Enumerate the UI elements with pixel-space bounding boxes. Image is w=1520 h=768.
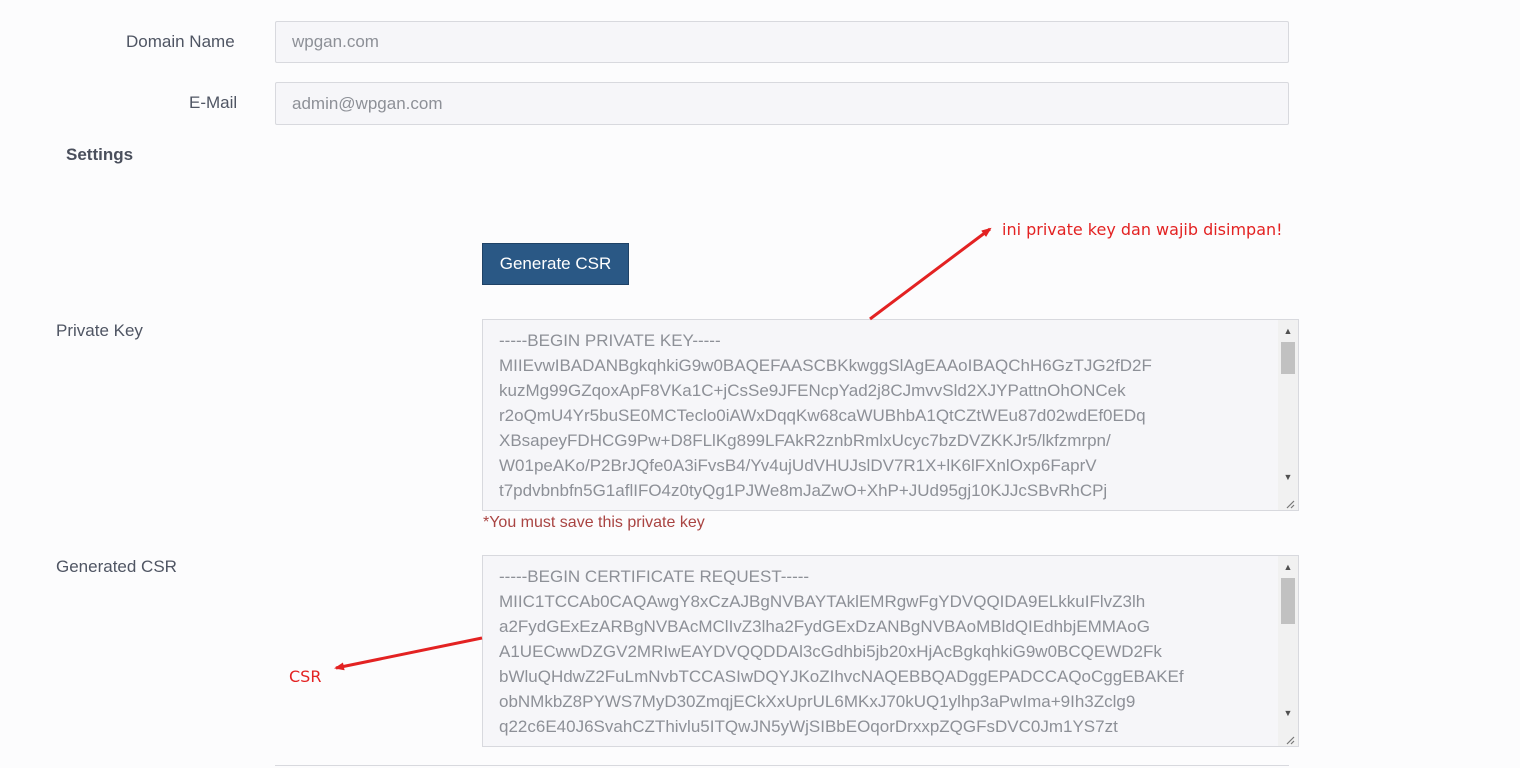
csr-text: -----BEGIN CERTIFICATE REQUEST----- MIIC1… (499, 564, 1270, 739)
scroll-down-arrow-icon[interactable]: ▼ (1278, 468, 1298, 486)
private-key-annotation: ini private key dan wajib disimpan! (1002, 220, 1283, 239)
csr-line: obNMkbZ8PYWS7MyD30ZmqjECkXxUprUL6MKxJ70k… (499, 692, 1136, 711)
private-key-line: kuzMg99GZqoxApF8VKa1C+jCsSe9JFENcpYad2j8… (499, 381, 1126, 400)
private-key-textarea[interactable]: -----BEGIN PRIVATE KEY----- MIIEvwIBADANB… (482, 319, 1299, 511)
generate-csr-button[interactable]: Generate CSR (482, 243, 629, 285)
private-key-warning: *You must save this private key (483, 514, 705, 531)
private-key-label: Private Key (56, 321, 143, 340)
csr-line: bWluQHdwZ2FuLmNvbTCCASIwDQYJKoZIhvcNAQEB… (499, 667, 1184, 686)
generated-csr-label: Generated CSR (56, 557, 177, 576)
csr-annotation: CSR (289, 667, 322, 686)
domain-name-label: Domain Name (126, 32, 235, 51)
csr-line: a2FydGExEzARBgNVBAcMClIvZ3lha2FydGExDzAN… (499, 617, 1150, 636)
private-key-arrow-icon (869, 227, 992, 321)
private-key-text: -----BEGIN PRIVATE KEY----- MIIEvwIBADANB… (499, 328, 1270, 503)
email-label: E-Mail (189, 93, 238, 112)
csr-arrow-icon (334, 636, 483, 671)
scroll-up-arrow-icon[interactable]: ▲ (1278, 558, 1298, 576)
csr-scrollbar[interactable]: ▲ ▼ (1278, 556, 1298, 746)
private-key-line: t7pdvbnbfn5G1aflIFO4z0tyQg1PJWe8mJaZwO+X… (499, 481, 1108, 500)
csr-line: -----BEGIN CERTIFICATE REQUEST----- (499, 567, 810, 586)
csr-line: q22c6E40J6SvahCZThivlu5ITQwJN5yWjSIBbEOq… (499, 717, 1118, 736)
private-key-line: -----BEGIN PRIVATE KEY----- (499, 331, 721, 350)
resize-grip-icon[interactable] (1278, 728, 1298, 746)
divider (275, 765, 1289, 766)
scroll-up-arrow-icon[interactable]: ▲ (1278, 322, 1298, 340)
email-input[interactable] (275, 82, 1289, 125)
private-key-scrollbar[interactable]: ▲ ▼ (1278, 320, 1298, 510)
private-key-line: MIIEvwIBADANBgkqhkiG9w0BAQEFAASCBKkwggSl… (499, 356, 1152, 375)
scroll-thumb[interactable] (1281, 578, 1295, 624)
private-key-line: XBsapeyFDHCG9Pw+D8FLlKg899LFAkR2znbRmlxU… (499, 431, 1111, 450)
scroll-thumb[interactable] (1281, 342, 1295, 374)
private-key-line: W01peAKo/P2BrJQfe0A3iFvsB4/Yv4ujUdVHUJsl… (499, 456, 1097, 475)
settings-heading: Settings (66, 145, 134, 164)
csr-line: A1UECwwDZGV2MRIwEAYDVQQDDAl3cGdhbi5jb20x… (499, 642, 1162, 661)
csr-textarea[interactable]: -----BEGIN CERTIFICATE REQUEST----- MIIC1… (482, 555, 1299, 747)
resize-grip-icon[interactable] (1278, 492, 1298, 510)
csr-line: MIIC1TCCAb0CAQAwgY8xCzAJBgNVBAYTAklEMRgw… (499, 592, 1146, 611)
private-key-line: r2oQmU4Yr5buSE0MCTeclo0iAWxDqqKw68caWUBh… (499, 406, 1146, 425)
scroll-down-arrow-icon[interactable]: ▼ (1278, 704, 1298, 722)
csr-generator-page: Domain Name E-Mail Settings Generate CSR… (0, 0, 1520, 768)
domain-name-input[interactable] (275, 21, 1289, 63)
